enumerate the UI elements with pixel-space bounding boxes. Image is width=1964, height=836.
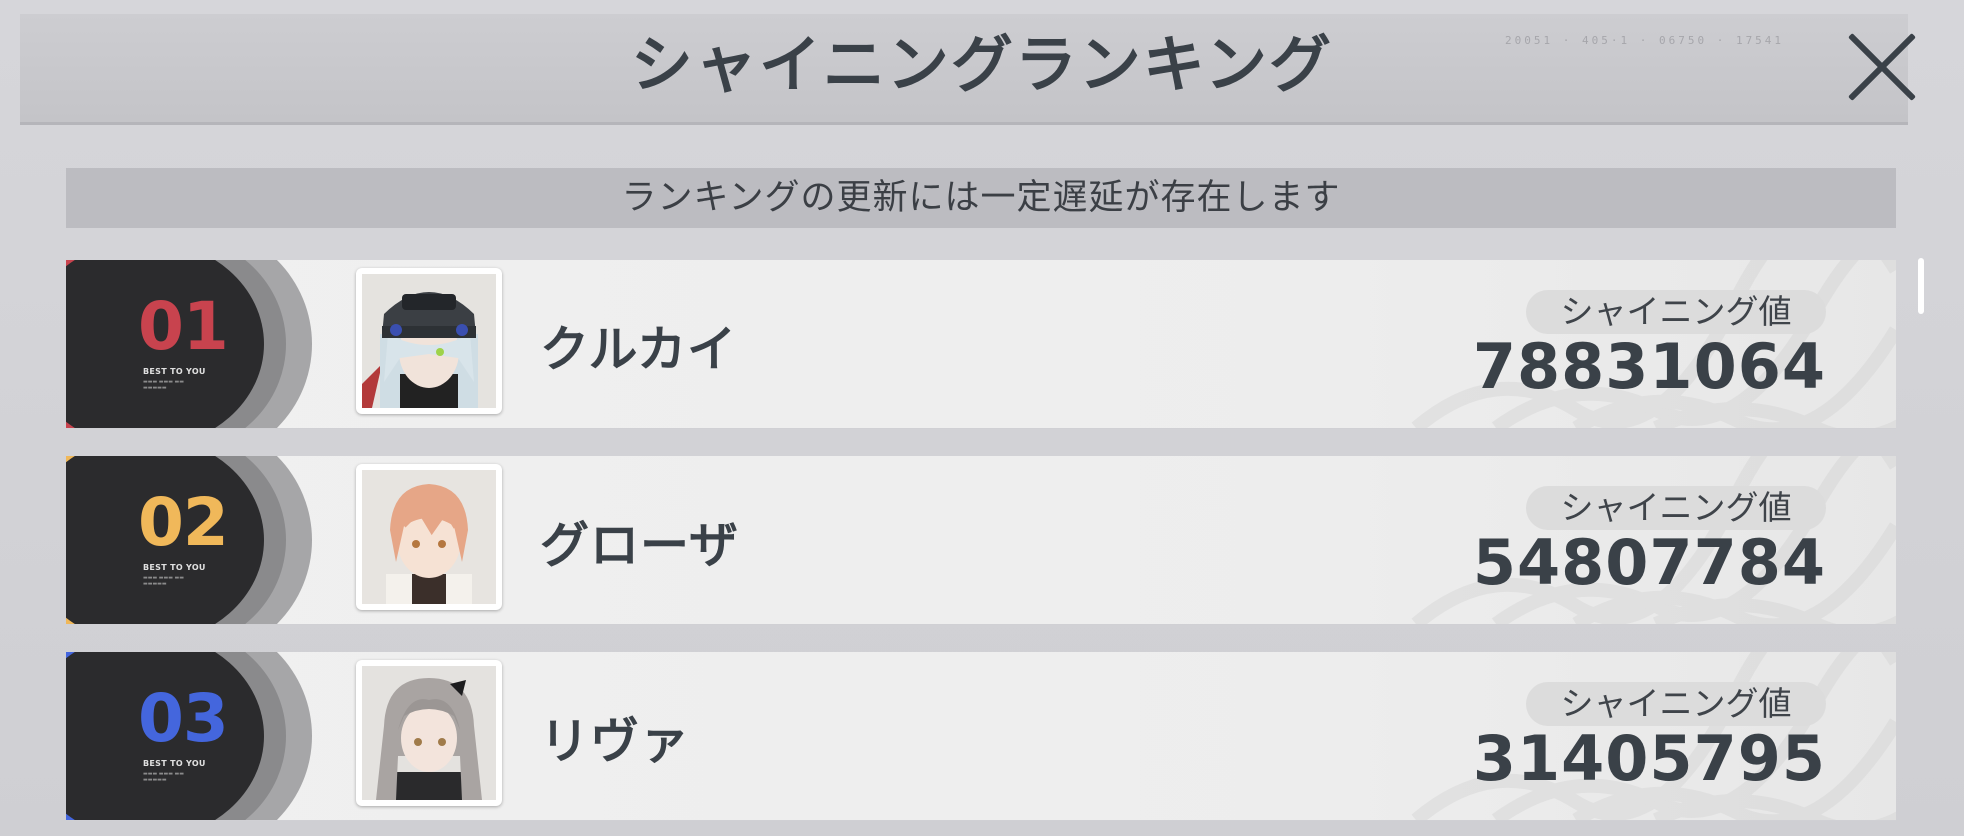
ranking-panel: シャイニングランキング 20051 · 405·1 · 06750 · 1754… bbox=[0, 0, 1964, 836]
rank-badge: 03 BEST TO YOU ▬▬▬ ▬▬▬ ▬▬ ▬▬▬▬▬ bbox=[66, 652, 312, 820]
ranking-row-2[interactable]: 02 BEST TO YOU ▬▬▬ ▬▬▬ ▬▬ ▬▬▬▬▬ グローザ シャイニ… bbox=[66, 456, 1896, 624]
ranking-row-3[interactable]: 03 BEST TO YOU ▬▬▬ ▬▬▬ ▬▬ ▬▬▬▬▬ リヴァ シャイニン… bbox=[66, 652, 1896, 820]
rank-number: 01 bbox=[138, 288, 229, 365]
header-decoration: 20051 · 405·1 · 06750 · 17541 bbox=[1505, 34, 1785, 47]
close-icon[interactable] bbox=[1843, 28, 1921, 106]
character-portrait-icon bbox=[362, 470, 496, 604]
rank-badge: 01 BEST TO YOU ▬▬▬ ▬▬▬ ▬▬ ▬▬▬▬▬ bbox=[66, 260, 312, 428]
avatar[interactable] bbox=[356, 660, 502, 806]
scrollbar[interactable] bbox=[1918, 258, 1924, 314]
character-name: リヴァ bbox=[540, 713, 691, 770]
rank-number: 03 bbox=[138, 680, 229, 757]
score-label: シャイニング値 bbox=[1526, 290, 1826, 334]
score-label: シャイニング値 bbox=[1526, 486, 1826, 530]
rank-badge: 02 BEST TO YOU ▬▬▬ ▬▬▬ ▬▬ ▬▬▬▬▬ bbox=[66, 456, 312, 624]
page-title: シャイニングランキング bbox=[630, 28, 1334, 101]
rank-fineprint: ▬▬▬ ▬▬▬ ▬▬ ▬▬▬▬▬ bbox=[143, 379, 184, 391]
score-value: 54807784 bbox=[1472, 526, 1826, 599]
rank-tagline: BEST TO YOU bbox=[143, 759, 206, 768]
avatar[interactable] bbox=[356, 268, 502, 414]
character-portrait-icon bbox=[362, 274, 496, 408]
character-name: グローザ bbox=[540, 517, 740, 574]
rank-tagline: BEST TO YOU bbox=[143, 367, 206, 376]
rank-tagline: BEST TO YOU bbox=[143, 563, 206, 572]
score-value: 78831064 bbox=[1472, 330, 1826, 403]
avatar[interactable] bbox=[356, 464, 502, 610]
update-delay-notice: ランキングの更新には一定遅延が存在します bbox=[66, 168, 1896, 228]
character-name: クルカイ bbox=[540, 321, 738, 378]
ranking-row-1[interactable]: 01 BEST TO YOU ▬▬▬ ▬▬▬ ▬▬ ▬▬▬▬▬ クルカイ シャイ… bbox=[66, 260, 1896, 428]
score-label: シャイニング値 bbox=[1526, 682, 1826, 726]
rank-fineprint: ▬▬▬ ▬▬▬ ▬▬ ▬▬▬▬▬ bbox=[143, 575, 184, 587]
character-portrait-icon bbox=[362, 666, 496, 800]
rank-number: 02 bbox=[138, 484, 229, 561]
rank-fineprint: ▬▬▬ ▬▬▬ ▬▬ ▬▬▬▬▬ bbox=[143, 771, 184, 783]
score-value: 31405795 bbox=[1472, 722, 1826, 795]
